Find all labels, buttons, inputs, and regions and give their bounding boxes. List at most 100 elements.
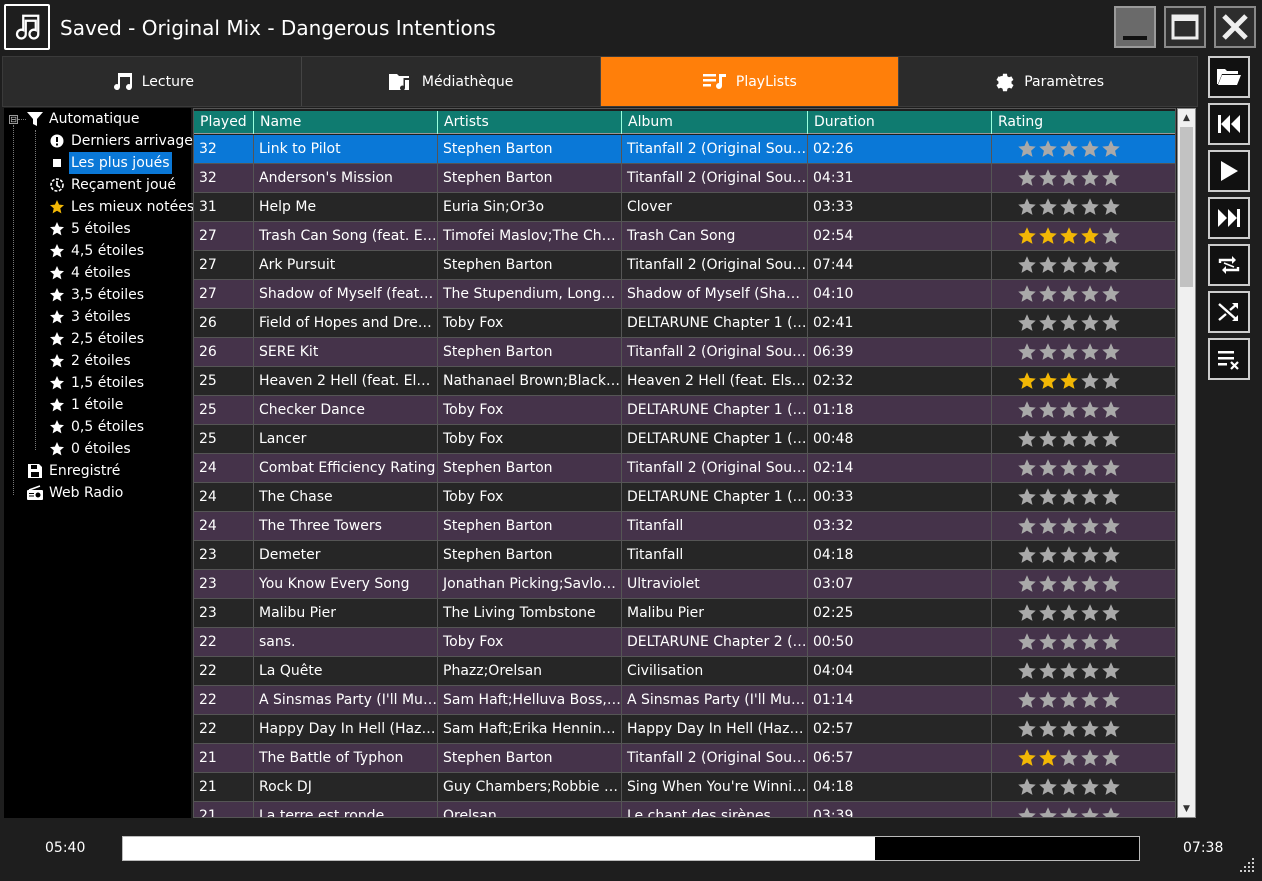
- tree-item-rating-4[interactable]: 3 étoiles: [48, 306, 133, 328]
- rating-star-icon[interactable]: [1080, 139, 1100, 159]
- tree-item-rating-6[interactable]: 2 étoiles: [48, 350, 133, 372]
- rating-star-icon[interactable]: [1080, 690, 1100, 710]
- rating-stars[interactable]: [997, 193, 1175, 221]
- column-header-played[interactable]: Played: [194, 111, 254, 134]
- cell-rating[interactable]: [992, 715, 1175, 743]
- rating-star-icon[interactable]: [1017, 748, 1037, 768]
- cell-rating[interactable]: [992, 541, 1175, 569]
- rating-star-icon[interactable]: [1080, 661, 1100, 681]
- cell-rating[interactable]: [992, 483, 1175, 511]
- tree-item-enregistre[interactable]: Enregistré: [26, 460, 122, 482]
- rating-star-icon[interactable]: [1080, 632, 1100, 652]
- rating-star-icon[interactable]: [1017, 371, 1037, 391]
- table-row[interactable]: 25Heaven 2 Hell (feat. Elsie Lovelock)Na…: [194, 367, 1175, 396]
- rating-star-icon[interactable]: [1038, 197, 1058, 217]
- column-header-artists[interactable]: Artists: [438, 111, 622, 134]
- column-header-name[interactable]: Name: [254, 111, 438, 134]
- rating-star-icon[interactable]: [1080, 574, 1100, 594]
- tree-item-les-mieux-notees[interactable]: Les mieux notées: [48, 196, 196, 218]
- tree-item-rating-8[interactable]: 1 étoile: [48, 394, 125, 416]
- rating-star-icon[interactable]: [1101, 400, 1121, 420]
- tree-item-rating-1[interactable]: 4,5 étoiles: [48, 240, 146, 262]
- rating-stars[interactable]: [997, 425, 1175, 453]
- open-folder-button[interactable]: [1208, 56, 1250, 98]
- rating-star-icon[interactable]: [1017, 545, 1037, 565]
- rating-star-icon[interactable]: [1017, 777, 1037, 797]
- cell-rating[interactable]: [992, 628, 1175, 656]
- table-row[interactable]: 21 La terre est ronde Orelsan Le chant des …: [194, 802, 1175, 818]
- rating-stars[interactable]: [997, 396, 1175, 424]
- shuffle-button[interactable]: [1208, 291, 1250, 333]
- rating-star-icon[interactable]: [1059, 487, 1079, 507]
- cell-rating[interactable]: [992, 570, 1175, 598]
- rating-stars[interactable]: [997, 512, 1175, 540]
- rating-star-icon[interactable]: [1038, 226, 1058, 246]
- rating-star-icon[interactable]: [1017, 487, 1037, 507]
- rating-star-icon[interactable]: [1059, 748, 1079, 768]
- rating-star-icon[interactable]: [1080, 313, 1100, 333]
- column-header-rating[interactable]: Rating: [992, 111, 1175, 134]
- rating-stars[interactable]: [997, 222, 1175, 250]
- rating-star-icon[interactable]: [1038, 545, 1058, 565]
- rating-star-icon[interactable]: [1017, 661, 1037, 681]
- table-row[interactable]: 23 You Know Every Song Jonathan Picking;Sa…: [194, 570, 1175, 599]
- column-header-duration[interactable]: Duration: [808, 111, 992, 134]
- table-row[interactable]: 25 Checker Dance Toby Fox DELTARUNE Chapter…: [194, 396, 1175, 425]
- rating-star-icon[interactable]: [1101, 806, 1121, 818]
- cell-rating[interactable]: [992, 251, 1175, 279]
- tab-lecture[interactable]: Lecture: [3, 57, 302, 106]
- rating-star-icon[interactable]: [1080, 748, 1100, 768]
- cell-rating[interactable]: [992, 396, 1175, 424]
- table-row[interactable]: 26 SERE Kit Stephen Barton Titanfall 2 (Ori…: [194, 338, 1175, 367]
- rating-star-icon[interactable]: [1101, 777, 1121, 797]
- rating-star-icon[interactable]: [1038, 603, 1058, 623]
- rating-star-icon[interactable]: [1101, 371, 1121, 391]
- tracks-grid[interactable]: Played Name Artists Album Duration Ratin…: [193, 108, 1176, 818]
- tree-item-rating-3[interactable]: 3,5 étoiles: [48, 284, 146, 306]
- tab-playlists[interactable]: PlayLists: [600, 57, 900, 106]
- scroll-up-icon[interactable]: ▲: [1178, 109, 1195, 126]
- rating-star-icon[interactable]: [1101, 748, 1121, 768]
- rating-star-icon[interactable]: [1017, 429, 1037, 449]
- rating-stars[interactable]: [997, 541, 1175, 569]
- table-row[interactable]: 22Happy Day In Hell (Hazbin Hotel)Sam Ha…: [194, 715, 1175, 744]
- maximize-button[interactable]: [1164, 6, 1206, 48]
- table-row[interactable]: 32 Anderson's Mission Stephen Barton Titanf…: [194, 164, 1175, 193]
- rating-star-icon[interactable]: [1080, 487, 1100, 507]
- cell-rating[interactable]: [992, 744, 1175, 772]
- rating-star-icon[interactable]: [1017, 719, 1037, 739]
- table-row[interactable]: 31 Help Me Euria Sin;Or3o Clover 03:33: [194, 193, 1175, 222]
- rating-star-icon[interactable]: [1101, 168, 1121, 188]
- rating-star-icon[interactable]: [1038, 371, 1058, 391]
- rating-stars[interactable]: [997, 802, 1175, 818]
- rating-stars[interactable]: [997, 280, 1175, 308]
- rating-star-icon[interactable]: [1038, 777, 1058, 797]
- rating-star-icon[interactable]: [1038, 429, 1058, 449]
- rating-star-icon[interactable]: [1038, 690, 1058, 710]
- rating-star-icon[interactable]: [1080, 429, 1100, 449]
- play-button[interactable]: [1208, 150, 1250, 192]
- rating-star-icon[interactable]: [1017, 139, 1037, 159]
- table-row[interactable]: 26 Field of Hopes and Dreams Toby Fox DELTA…: [194, 309, 1175, 338]
- rating-stars[interactable]: [997, 686, 1175, 714]
- rating-star-icon[interactable]: [1080, 777, 1100, 797]
- minimize-button[interactable]: [1114, 6, 1156, 48]
- table-row[interactable]: 22A Sinsmas Party (I'll Murder You)Sam H…: [194, 686, 1175, 715]
- rating-stars[interactable]: [997, 135, 1175, 163]
- rating-star-icon[interactable]: [1080, 516, 1100, 536]
- rating-star-icon[interactable]: [1038, 313, 1058, 333]
- rating-star-icon[interactable]: [1038, 400, 1058, 420]
- rating-stars[interactable]: [997, 628, 1175, 656]
- rating-stars[interactable]: [997, 164, 1175, 192]
- rating-star-icon[interactable]: [1017, 342, 1037, 362]
- rating-star-icon[interactable]: [1017, 574, 1037, 594]
- tree-item-automatique[interactable]: Automatique: [26, 108, 141, 130]
- rating-star-icon[interactable]: [1038, 632, 1058, 652]
- rating-star-icon[interactable]: [1038, 719, 1058, 739]
- rating-star-icon[interactable]: [1080, 545, 1100, 565]
- cell-rating[interactable]: [992, 802, 1175, 818]
- rating-star-icon[interactable]: [1017, 197, 1037, 217]
- cell-rating[interactable]: [992, 338, 1175, 366]
- table-row[interactable]: 27 Ark Pursuit Stephen Barton Titanfall 2 (…: [194, 251, 1175, 280]
- rating-star-icon[interactable]: [1101, 255, 1121, 275]
